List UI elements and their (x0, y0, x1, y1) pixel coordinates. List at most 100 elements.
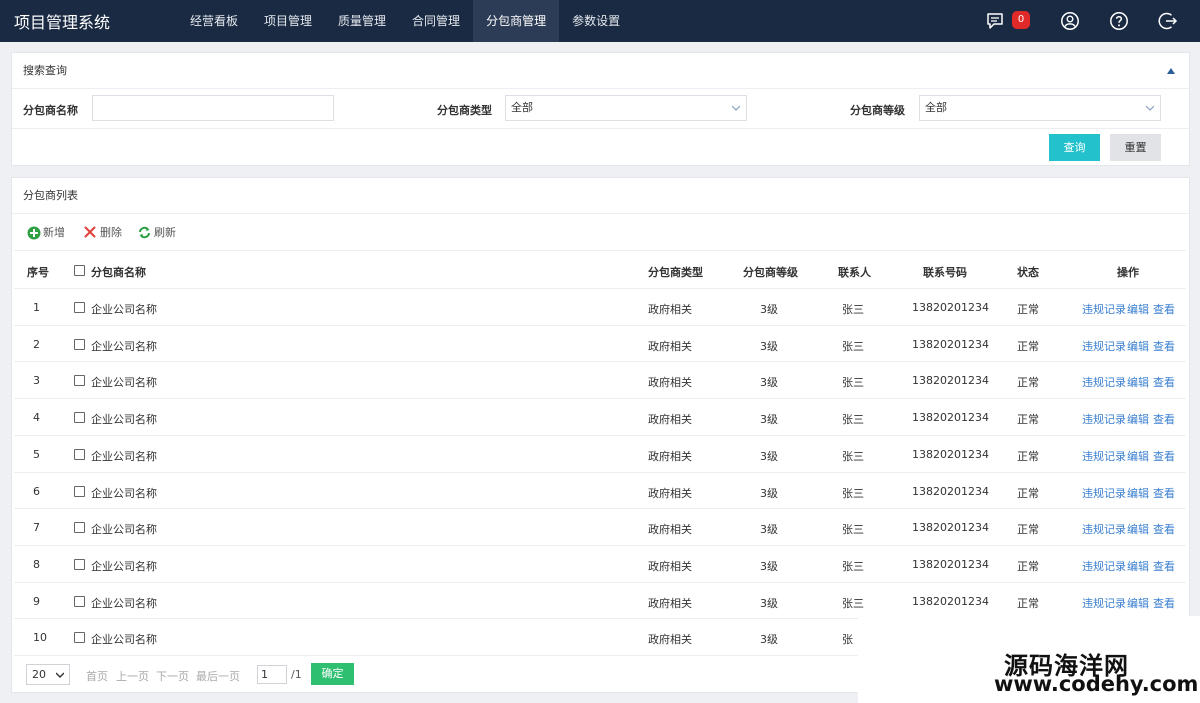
cell-name: 企业公司名称 (91, 633, 157, 646)
view-link[interactable]: 查看 (1153, 338, 1175, 354)
nav-item-subcontractor[interactable]: 分包商管理 (473, 0, 560, 42)
row-checkbox[interactable] (74, 449, 85, 460)
refresh-label: 刷新 (154, 226, 176, 239)
view-link[interactable]: 查看 (1153, 374, 1175, 390)
prev-page-link[interactable]: 上一页 (116, 668, 149, 684)
nav-item-project[interactable]: 项目管理 (251, 0, 325, 42)
cell-phone: 13820201234 (912, 558, 989, 571)
violation-record-link[interactable]: 违规记录 (1082, 521, 1126, 537)
cell-contact: 张三 (842, 413, 864, 426)
violation-record-link[interactable]: 违规记录 (1082, 595, 1126, 611)
row-divider (14, 361, 1186, 362)
nav-item-dashboard[interactable]: 经营看板 (177, 0, 251, 42)
cell-name: 企业公司名称 (91, 560, 157, 573)
row-checkbox[interactable] (74, 486, 85, 497)
name-filter-input[interactable] (98, 96, 333, 120)
edit-link[interactable]: 编辑 (1127, 448, 1149, 464)
edit-link[interactable]: 编辑 (1127, 595, 1149, 611)
edit-link[interactable]: 编辑 (1127, 558, 1149, 574)
logout-icon[interactable] (1158, 11, 1178, 31)
row-checkbox[interactable] (74, 632, 85, 643)
name-filter-field[interactable] (92, 95, 334, 121)
cell-status: 正常 (1017, 523, 1039, 536)
row-checkbox[interactable] (74, 412, 85, 423)
next-page-link[interactable]: 下一页 (156, 668, 189, 684)
violation-record-link[interactable]: 违规记录 (1082, 338, 1126, 354)
nav-item-quality[interactable]: 质量管理 (325, 0, 399, 42)
col-header-phone: 联系号码 (923, 266, 967, 279)
cell-level: 3级 (760, 376, 778, 389)
cell-level: 3级 (760, 597, 778, 610)
name-filter-label: 分包商名称 (23, 104, 78, 117)
row-checkbox[interactable] (74, 596, 85, 607)
edit-link[interactable]: 编辑 (1127, 301, 1149, 317)
col-header-status: 状态 (1017, 266, 1039, 279)
last-page-link[interactable]: 最后一页 (196, 668, 240, 684)
message-icon[interactable] (985, 11, 1005, 31)
list-panel-title: 分包商列表 (12, 178, 1189, 214)
page-number-input[interactable]: 1 (257, 665, 287, 684)
edit-link[interactable]: 编辑 (1127, 338, 1149, 354)
row-divider (14, 435, 1186, 436)
row-checkbox[interactable] (74, 339, 85, 350)
cell-status: 正常 (1017, 597, 1039, 610)
type-filter-select[interactable]: 全部 (505, 95, 747, 121)
view-link[interactable]: 查看 (1153, 595, 1175, 611)
view-link[interactable]: 查看 (1153, 411, 1175, 427)
view-link[interactable]: 查看 (1153, 558, 1175, 574)
select-all-checkbox[interactable] (74, 265, 85, 276)
page-size-value: 20 (32, 668, 46, 681)
row-checkbox[interactable] (74, 559, 85, 570)
cell-name: 企业公司名称 (91, 376, 157, 389)
cell-phone: 13820201234 (912, 338, 989, 351)
chevron-down-icon (1146, 105, 1154, 111)
nav-item-settings[interactable]: 参数设置 (559, 0, 633, 42)
level-filter-select[interactable]: 全部 (919, 95, 1161, 121)
delete-button[interactable]: 删除 (84, 225, 124, 241)
edit-link[interactable]: 编辑 (1127, 485, 1149, 501)
refresh-button[interactable]: 刷新 (138, 225, 178, 241)
edit-link[interactable]: 编辑 (1127, 374, 1149, 390)
row-checkbox[interactable] (74, 302, 85, 313)
view-link[interactable]: 查看 (1153, 448, 1175, 464)
confirm-page-button[interactable]: 确定 (311, 663, 354, 685)
violation-record-link[interactable]: 违规记录 (1082, 448, 1126, 464)
violation-record-link[interactable]: 违规记录 (1082, 485, 1126, 501)
cell-name: 企业公司名称 (91, 340, 157, 353)
cell-status: 正常 (1017, 303, 1039, 316)
app-title: 项目管理系统 (14, 13, 111, 32)
violation-record-link[interactable]: 违规记录 (1082, 374, 1126, 390)
cell-level: 3级 (760, 413, 778, 426)
row-checkbox[interactable] (74, 522, 85, 533)
collapse-caret-icon[interactable] (1167, 68, 1175, 74)
view-link[interactable]: 查看 (1153, 521, 1175, 537)
violation-record-link[interactable]: 违规记录 (1082, 558, 1126, 574)
cell-no: 1 (33, 301, 40, 314)
query-button[interactable]: 查询 (1049, 134, 1100, 161)
col-header-type: 分包商类型 (648, 266, 703, 279)
view-link[interactable]: 查看 (1153, 301, 1175, 317)
cell-type: 政府相关 (648, 523, 692, 536)
violation-record-link[interactable]: 违规记录 (1082, 301, 1126, 317)
view-link[interactable]: 查看 (1153, 485, 1175, 501)
cell-contact: 张三 (842, 597, 864, 610)
nav-item-contract[interactable]: 合同管理 (399, 0, 473, 42)
edit-link[interactable]: 编辑 (1127, 521, 1149, 537)
page-size-select[interactable]: 20 (26, 664, 70, 685)
row-checkbox[interactable] (74, 375, 85, 386)
add-button[interactable]: 新增 (27, 225, 71, 241)
cell-name: 企业公司名称 (91, 487, 157, 500)
cell-type: 政府相关 (648, 376, 692, 389)
cell-no: 3 (33, 374, 40, 387)
first-page-link[interactable]: 首页 (86, 668, 108, 684)
cell-contact: 张三 (842, 376, 864, 389)
search-panel-title: 搜索查询 (12, 53, 1189, 89)
reset-button[interactable]: 重置 (1110, 134, 1161, 161)
cell-phone: 13820201234 (912, 595, 989, 608)
violation-record-link[interactable]: 违规记录 (1082, 411, 1126, 427)
user-icon[interactable] (1060, 11, 1080, 31)
add-label: 新增 (43, 226, 65, 239)
edit-link[interactable]: 编辑 (1127, 411, 1149, 427)
cell-phone: 13820201234 (912, 485, 989, 498)
help-icon[interactable] (1109, 11, 1129, 31)
